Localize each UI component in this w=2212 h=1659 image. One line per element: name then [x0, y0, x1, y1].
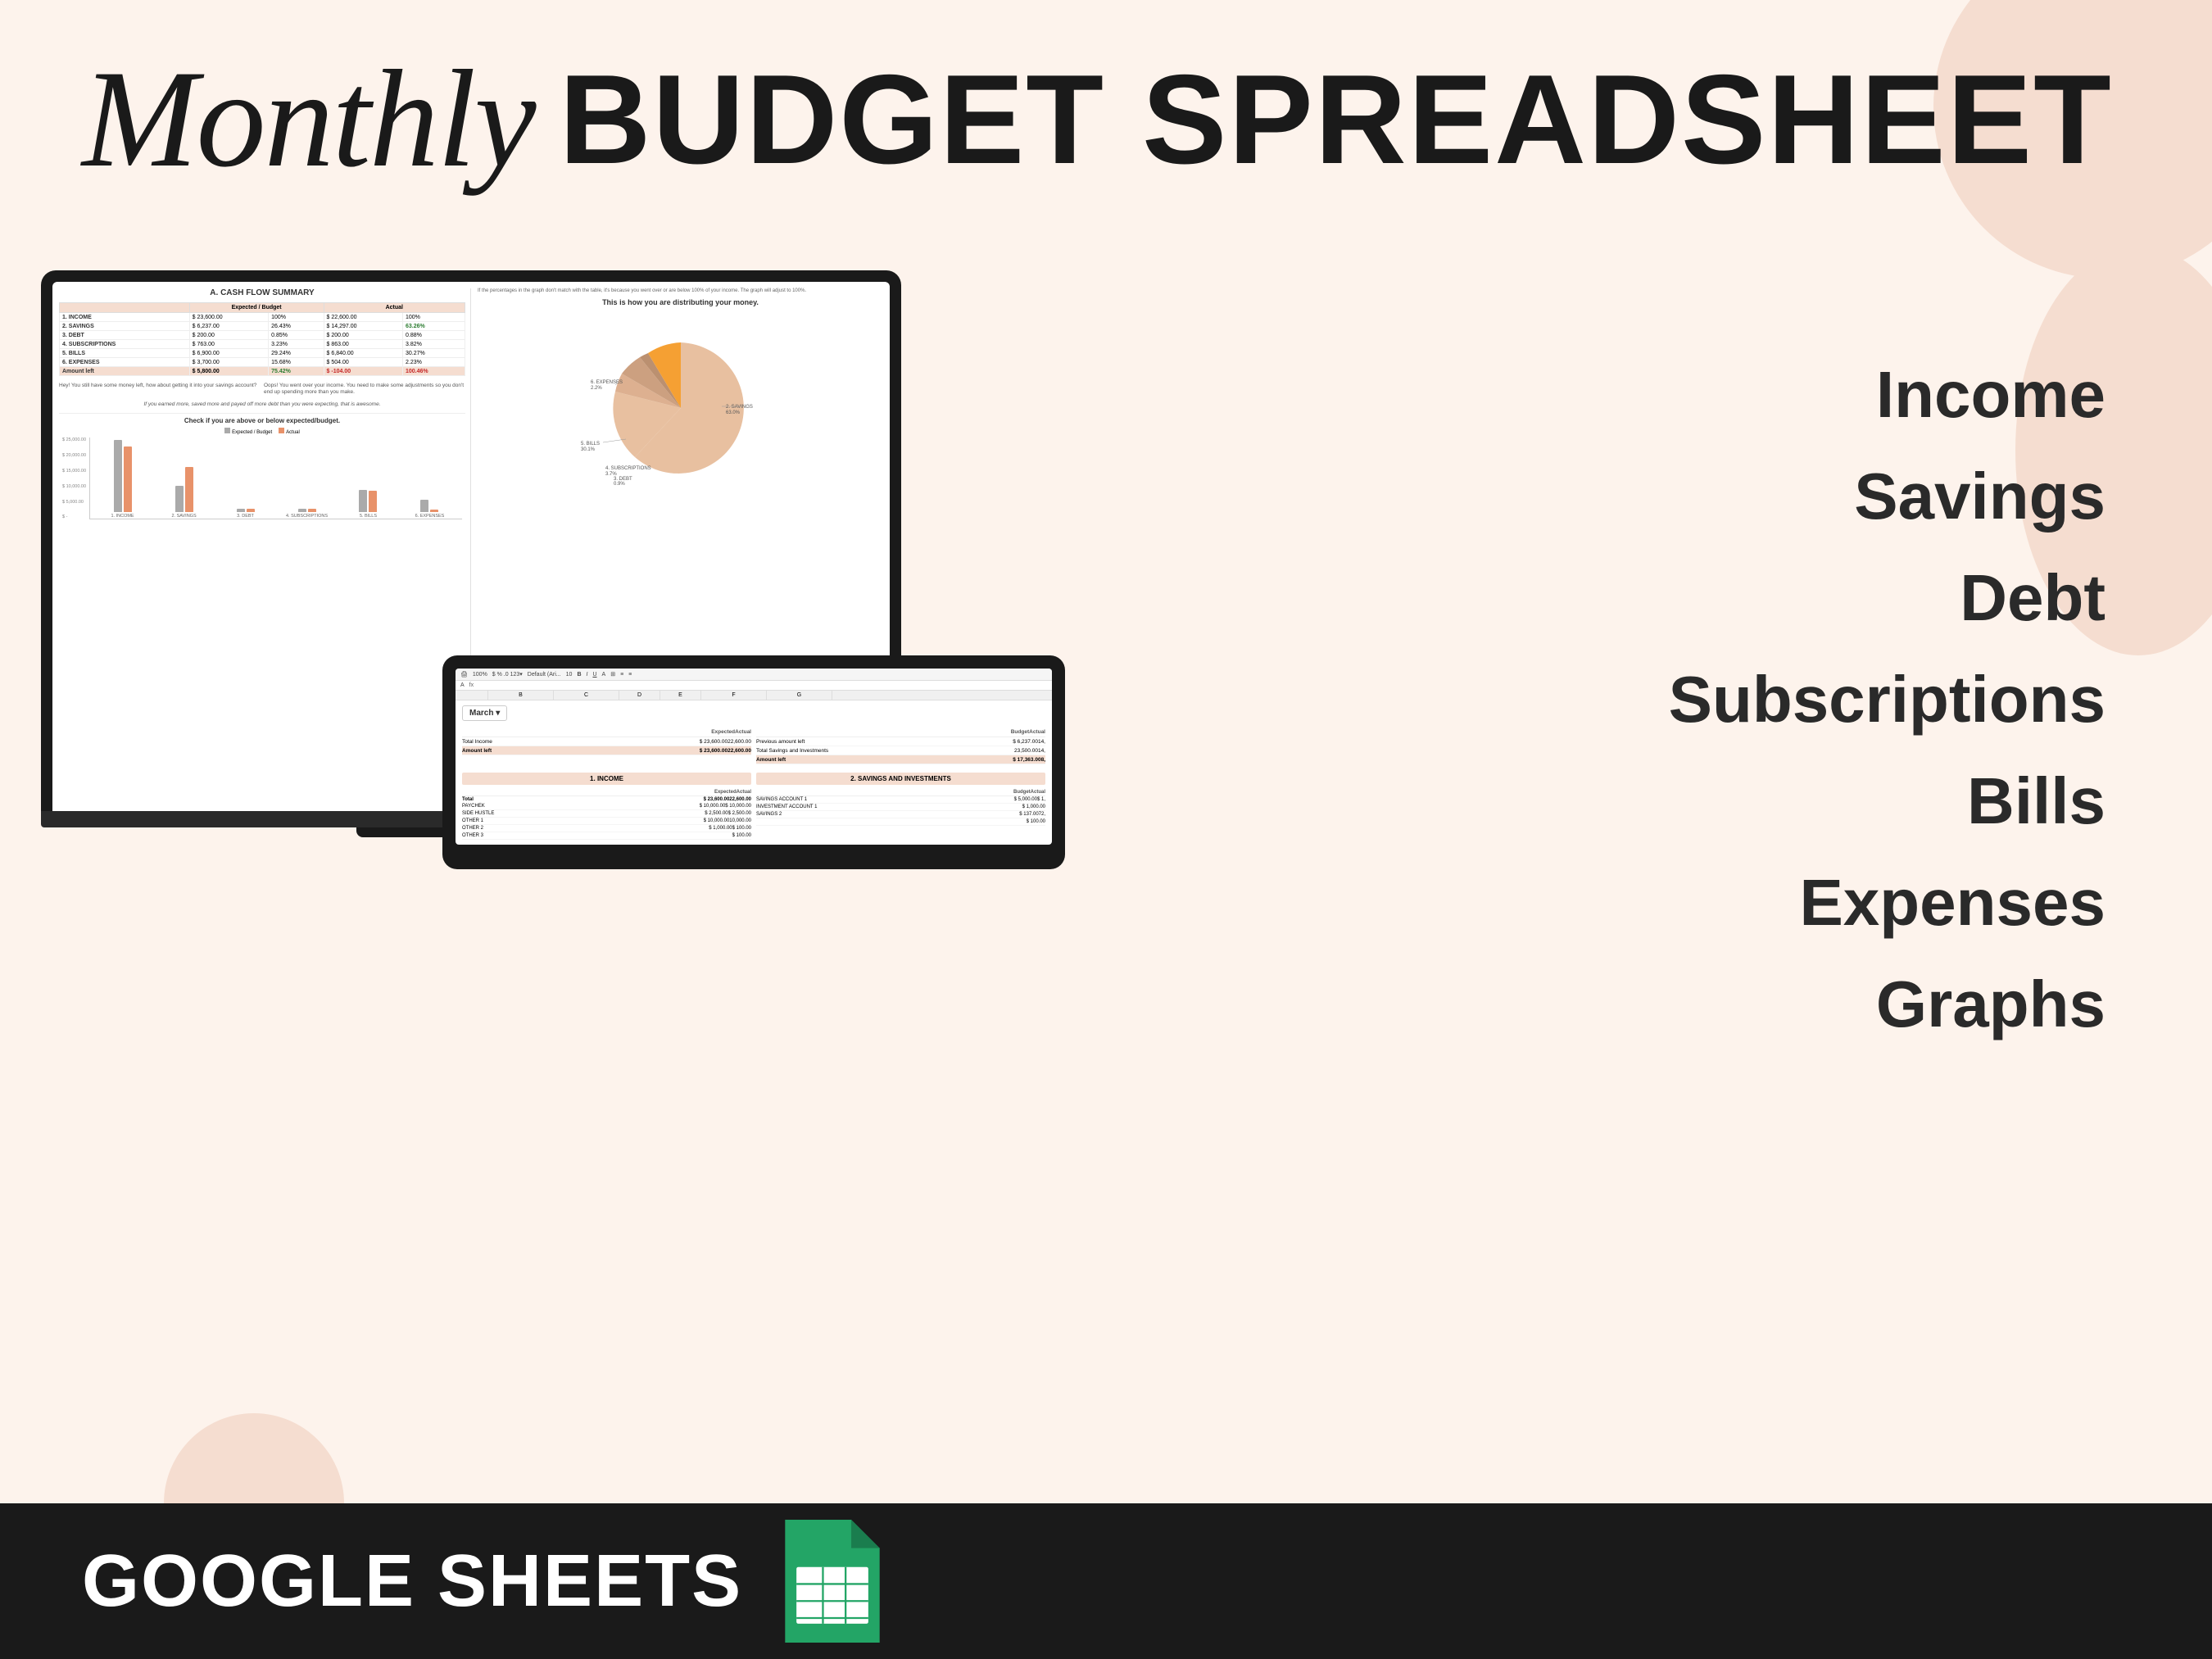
- feature-savings: Savings: [1669, 446, 2105, 547]
- toolbar-underline[interactable]: U: [592, 672, 596, 678]
- feature-graphs: Graphs: [1669, 954, 2105, 1055]
- note-negative: Oops! You went over your income. You nee…: [264, 383, 465, 397]
- svg-text:4. SUBSCRIPTIONS: 4. SUBSCRIPTIONS: [605, 466, 651, 471]
- header: Monthly BUDGET SPREADSHEET: [82, 49, 2130, 188]
- income-total-row: Total $ 23,600.00 22,600.00: [462, 796, 751, 803]
- income-title: 1. INCOME: [462, 773, 751, 785]
- previous-amount-row: Previous amount left $ 6,237.00 14,: [756, 737, 1045, 746]
- toolbar-format: $ % .0 123▾: [492, 671, 523, 678]
- header-budget-spreadsheet: BUDGET SPREADSHEET: [560, 56, 2113, 183]
- bar-legend: Expected / Budget Actual: [62, 428, 462, 435]
- tablet-screen: 🖨 100% $ % .0 123▾ Default (Ari... 10 B …: [456, 669, 1052, 845]
- toolbar-italic[interactable]: I: [587, 672, 588, 678]
- total-savings-row: Total Savings and Investments 23,500.00 …: [756, 746, 1045, 755]
- svg-text:2.2%: 2.2%: [591, 386, 602, 391]
- pie-chart: 6. EXPENSES 2.2% 5. BILLS 30.1% 4. SUBSC…: [566, 310, 796, 490]
- pie-title: This is how you are distributing your mo…: [478, 298, 883, 306]
- bar-group-bills: 5. BILLS: [339, 490, 397, 519]
- income-row-other3: OTHER 3$ 100.00: [462, 832, 751, 840]
- pie-note: If the percentages in the graph don't ma…: [478, 288, 883, 295]
- note-positive: Hey! You still have some money left, how…: [59, 383, 261, 397]
- svg-text:30.1%: 30.1%: [581, 447, 596, 452]
- bar-group-expenses: 6. EXPENSES: [401, 500, 459, 519]
- bottom-bar: GOOGLE SHEETS: [0, 1503, 2212, 1659]
- bar-group-debt: 3. DEBT: [216, 509, 274, 519]
- month-label: March: [469, 709, 493, 718]
- toolbar-print-icon: 🖨: [460, 671, 468, 678]
- savings-row-1: SAVINGS ACCOUNT 1$ 5,000.00$ 1,: [756, 796, 1045, 804]
- summary-block-left: ExpectedActual Total Income $ 23,600.00 …: [462, 728, 751, 764]
- toolbar-align-right[interactable]: ≡: [628, 672, 632, 678]
- tablet-summary-grid: ExpectedActual Total Income $ 23,600.00 …: [462, 728, 1045, 764]
- features-list: Income Savings Debt Subscriptions Bills …: [1669, 344, 2105, 1055]
- toolbar-size: 10: [566, 672, 573, 678]
- svg-text:5. BILLS: 5. BILLS: [581, 442, 600, 446]
- feature-debt: Debt: [1669, 547, 2105, 649]
- svg-text:63.0%: 63.0%: [726, 410, 741, 415]
- income-sub-header: ExpectedActual: [462, 788, 751, 796]
- savings-sub-header: BudgetActual: [756, 788, 1045, 796]
- total-income-row: Total Income $ 23,600.00 22,600.00: [462, 737, 751, 746]
- summary-header-left: ExpectedActual: [462, 728, 751, 737]
- savings-row-4: $ 100.00: [756, 818, 1045, 826]
- feature-expenses: Expenses: [1669, 852, 2105, 954]
- feature-bills: Bills: [1669, 750, 2105, 852]
- toolbar-zoom: 100%: [473, 672, 487, 678]
- google-sheets-label: GOOGLE SHEETS: [82, 1539, 742, 1624]
- tablet-sections-grid: 1. INCOME ExpectedActual Total $ 23,600.…: [462, 769, 1045, 840]
- svg-text:6. EXPENSES: 6. EXPENSES: [591, 380, 623, 385]
- svg-text:2. SAVINGS: 2. SAVINGS: [726, 405, 753, 410]
- toolbar-align[interactable]: ≡: [620, 672, 623, 678]
- cell-ref: A: [460, 682, 465, 688]
- bottom-note: If you earned more, saved more and payed…: [59, 401, 465, 408]
- feature-subscriptions: Subscriptions: [1669, 649, 2105, 750]
- income-row-other2: OTHER 2$ 1,000.00$ 100.00: [462, 825, 751, 832]
- income-row-other1: OTHER 1$ 10,000.0010,000.00: [462, 818, 751, 825]
- tablet-outer: 🖨 100% $ % .0 123▾ Default (Ari... 10 B …: [442, 655, 1065, 869]
- bar-y-labels: $ 25,000.00 $ 20,000.00 $ 15,000.00 $ 10…: [62, 437, 89, 519]
- amount-left2-row: Amount left $ 17,363.00 8,: [756, 755, 1045, 764]
- income-row-side-hustle: SIDE HUSTLE$ 2,500.00$ 2,500.00: [462, 810, 751, 818]
- month-selector[interactable]: March ▾: [462, 705, 507, 721]
- svg-text:0.9%: 0.9%: [614, 482, 625, 487]
- toolbar-color[interactable]: A: [602, 672, 606, 678]
- amount-left-row: Amount left $ 23,600.00 22,600.00: [462, 746, 751, 755]
- savings-row-2: INVESTMENT ACCOUNT 1$ 1,000.00: [756, 804, 1045, 811]
- tablet-mockup: 🖨 100% $ % .0 123▾ Default (Ari... 10 B …: [442, 655, 1065, 869]
- header-monthly: Monthly: [82, 49, 535, 188]
- bar-group-savings: 2. SAVINGS: [155, 467, 213, 519]
- toolbar-merge[interactable]: ⊞: [610, 671, 615, 678]
- bar-group-income: 1. INCOME: [93, 440, 152, 519]
- savings-title: 2. SAVINGS AND INVESTMENTS: [756, 773, 1045, 785]
- savings-section: 2. SAVINGS AND INVESTMENTS BudgetActual …: [756, 769, 1045, 840]
- cash-flow-table: Expected / Budget Actual 1. INCOME $ 23,…: [59, 302, 465, 376]
- bar-group-subscriptions: 4. SUBSCRIPTIONS: [278, 509, 336, 519]
- tablet-grid-header: B C D E F G: [456, 691, 1052, 700]
- income-section: 1. INCOME ExpectedActual Total $ 23,600.…: [462, 769, 751, 840]
- cash-flow-title: A. CASH FLOW SUMMARY: [59, 288, 465, 297]
- savings-row-3: SAVINGS 2$ 137.0072,: [756, 811, 1045, 818]
- income-row-paychek: PAYCHEK$ 10,000.00$ 10,000.00: [462, 803, 751, 810]
- google-sheets-icon: [783, 1520, 882, 1643]
- summary-header-right: BudgetActual: [756, 728, 1045, 737]
- toolbar-bold[interactable]: B: [577, 672, 581, 678]
- tablet-toolbar: 🖨 100% $ % .0 123▾ Default (Ari... 10 B …: [456, 669, 1052, 681]
- feature-income: Income: [1669, 344, 2105, 446]
- summary-block-right: BudgetActual Previous amount left $ 6,23…: [756, 728, 1045, 764]
- tablet-content: March ▾ ExpectedActual Total Income $ 23…: [456, 700, 1052, 845]
- tablet-formula-bar: A fx: [456, 681, 1052, 691]
- toolbar-font: Default (Ari...: [528, 672, 561, 678]
- formula-fx: fx: [469, 682, 474, 688]
- bar-chart-title: Check if you are above or below expected…: [62, 417, 462, 424]
